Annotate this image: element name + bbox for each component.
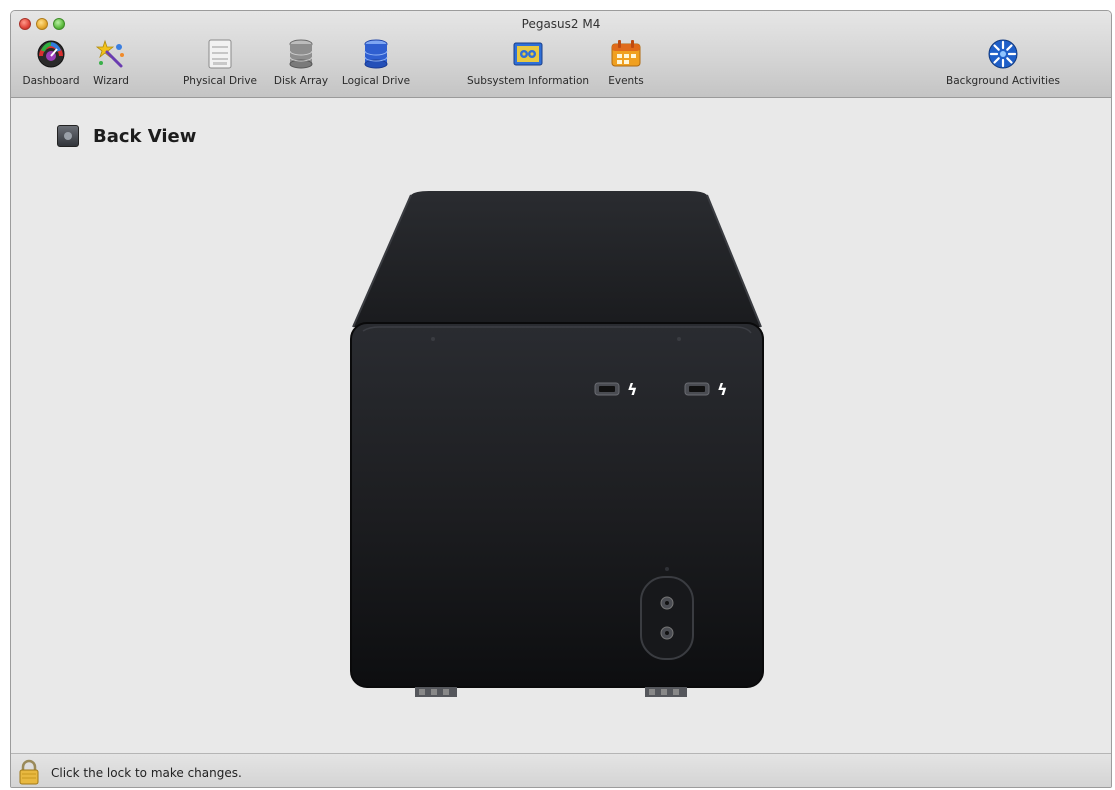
window-title: Pegasus2 M4 [521, 17, 601, 31]
logical-drive-icon [360, 37, 392, 71]
physical-drive-icon [204, 37, 236, 71]
toolbar-physical-drive-label: Physical Drive [182, 75, 258, 87]
disk-array-icon [285, 37, 317, 71]
lock-icon [19, 759, 39, 785]
subsystem-information-icon [512, 37, 544, 71]
toolbar-disk-array[interactable]: Disk Array [269, 37, 333, 95]
lock-button[interactable] [17, 758, 41, 786]
toolbar-wizard-label: Wizard [93, 75, 129, 87]
wizard-icon [95, 37, 127, 71]
enclosure-back-view-image: ϟ ϟ [349, 191, 765, 715]
toolbar-dashboard-label: Dashboard [22, 75, 80, 87]
toolbar-dashboard[interactable]: Dashboard [17, 37, 85, 95]
toolbar-background-activities-label: Background Activities [946, 75, 1060, 87]
toolbar-logical-drive-label: Logical Drive [341, 75, 411, 87]
status-bar: Click the lock to make changes. [11, 753, 1111, 787]
toolbar-events-label: Events [608, 75, 644, 87]
enclosure-icon [57, 125, 79, 147]
svg-text:ϟ: ϟ [717, 380, 728, 399]
svg-text:ϟ: ϟ [627, 380, 638, 399]
dashboard-gauge-icon [35, 37, 67, 71]
toolbar-subsystem-information[interactable]: Subsystem Information [459, 37, 597, 95]
main-content: Back View ϟ ϟ [11, 99, 1111, 754]
lock-status-text: Click the lock to make changes. [51, 766, 242, 780]
events-calendar-icon [610, 37, 642, 71]
toolbar-background-activities[interactable]: Background Activities [935, 37, 1071, 95]
toolbar-disk-array-label: Disk Array [273, 75, 329, 87]
title-toolbar: Pegasus2 M4 Dashboard Wizard Physical Dr… [11, 11, 1111, 98]
toolbar-subsystem-information-label: Subsystem Information [466, 75, 590, 87]
toolbar-wizard[interactable]: Wizard [85, 37, 137, 95]
toolbar-physical-drive[interactable]: Physical Drive [177, 37, 263, 95]
toolbar-logical-drive[interactable]: Logical Drive [337, 37, 415, 95]
toolbar-events[interactable]: Events [601, 37, 651, 95]
background-activities-icon [987, 37, 1019, 71]
section-title: Back View [93, 125, 197, 147]
section-header: Back View [57, 125, 196, 147]
app-window: Pegasus2 M4 Dashboard Wizard Physical Dr… [10, 10, 1112, 788]
